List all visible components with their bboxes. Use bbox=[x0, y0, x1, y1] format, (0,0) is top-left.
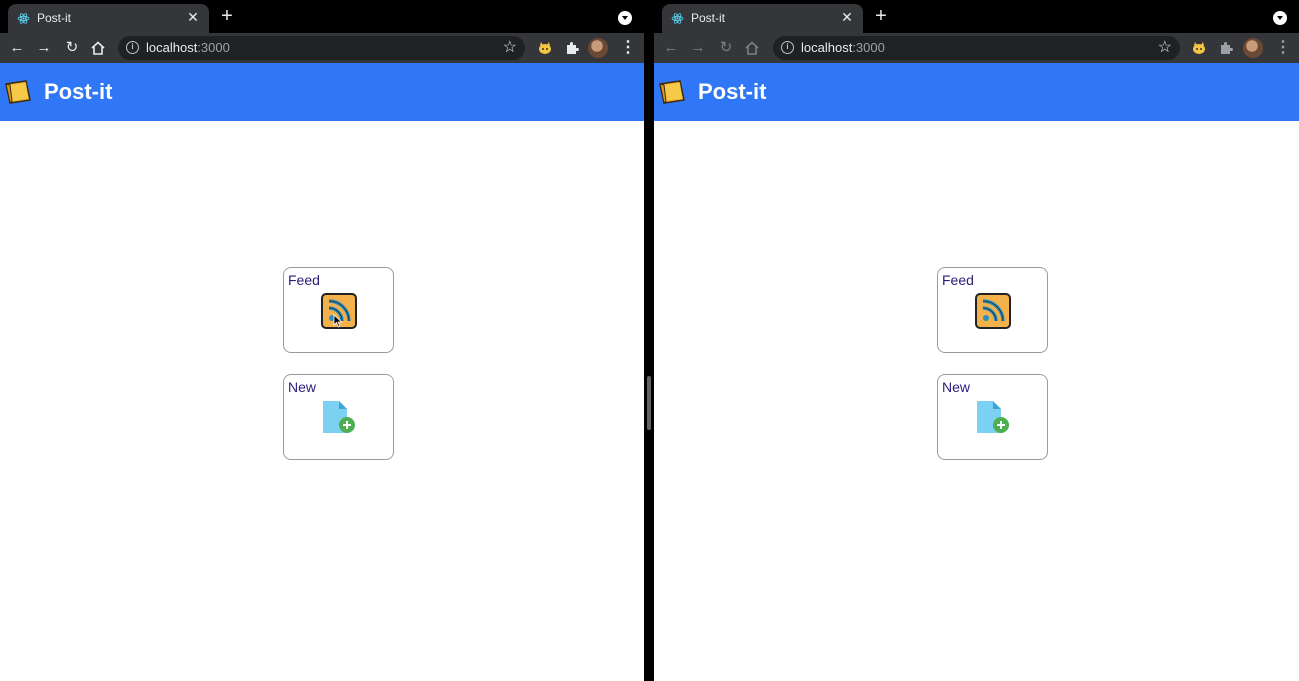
tab-title: Post-it bbox=[691, 11, 726, 25]
browser-window-left: Post-it ✕ + ← → ↻ i localhost:3000 ☆ ⋮ P… bbox=[0, 0, 644, 681]
tab-post-it[interactable]: Post-it ✕ bbox=[662, 4, 863, 33]
home-icon[interactable] bbox=[90, 40, 106, 56]
app-header: Post-it bbox=[654, 63, 1299, 121]
url-text: localhost:3000 bbox=[801, 40, 885, 55]
extensions-puzzle-icon[interactable] bbox=[564, 40, 580, 56]
tab-search-icon[interactable] bbox=[1273, 11, 1287, 25]
address-bar[interactable]: i localhost:3000 ☆ bbox=[773, 36, 1180, 60]
bookmark-star-icon[interactable]: ☆ bbox=[1158, 38, 1172, 58]
url-text: localhost:3000 bbox=[146, 40, 230, 55]
tab-search-icon[interactable] bbox=[618, 11, 632, 25]
divider-drag-handle[interactable] bbox=[647, 376, 651, 430]
new-card[interactable]: New bbox=[937, 374, 1048, 460]
extension-cat-icon[interactable] bbox=[537, 40, 553, 56]
info-icon[interactable]: i bbox=[781, 41, 794, 54]
new-document-icon bbox=[323, 401, 355, 433]
feed-card[interactable]: Feed bbox=[937, 267, 1048, 353]
new-document-icon bbox=[977, 401, 1009, 433]
extensions-puzzle-icon[interactable] bbox=[1218, 40, 1234, 56]
react-icon bbox=[17, 13, 30, 24]
back-icon[interactable]: ← bbox=[662, 39, 680, 57]
rss-feed-icon bbox=[975, 293, 1011, 329]
reload-icon[interactable]: ↻ bbox=[63, 39, 81, 57]
info-icon[interactable]: i bbox=[126, 41, 139, 54]
forward-icon[interactable]: → bbox=[689, 39, 707, 57]
tab-title: Post-it bbox=[37, 11, 72, 25]
new-card-label: New bbox=[942, 379, 971, 395]
new-tab-icon[interactable]: + bbox=[218, 6, 236, 26]
mouse-cursor-icon bbox=[333, 314, 343, 328]
browser-window-right: Post-it ✕ + ← → ↻ i localhost:3000 ☆ ⋮ P… bbox=[654, 0, 1299, 681]
profile-avatar[interactable] bbox=[1243, 38, 1263, 58]
tab-post-it[interactable]: Post-it ✕ bbox=[8, 4, 209, 33]
window-divider bbox=[644, 0, 654, 681]
feed-card-label: Feed bbox=[942, 272, 974, 288]
sticky-note-icon bbox=[659, 80, 685, 105]
feed-card[interactable]: Feed bbox=[283, 267, 394, 353]
react-icon bbox=[671, 13, 684, 24]
profile-avatar[interactable] bbox=[588, 38, 608, 58]
close-tab-icon[interactable]: ✕ bbox=[839, 9, 855, 25]
extension-cat-icon[interactable] bbox=[1191, 40, 1207, 56]
browser-toolbar: ← → ↻ i localhost:3000 ☆ ⋮ bbox=[0, 33, 644, 63]
app-title: Post-it bbox=[698, 79, 767, 104]
new-card[interactable]: New bbox=[283, 374, 394, 460]
bookmark-star-icon[interactable]: ☆ bbox=[503, 38, 517, 58]
browser-toolbar: ← → ↻ i localhost:3000 ☆ ⋮ bbox=[654, 33, 1299, 63]
address-bar[interactable]: i localhost:3000 ☆ bbox=[118, 36, 525, 60]
menu-kebab-icon[interactable]: ⋮ bbox=[1275, 39, 1291, 57]
new-tab-icon[interactable]: + bbox=[872, 6, 890, 26]
back-icon[interactable]: ← bbox=[8, 39, 26, 57]
tab-strip: Post-it ✕ + bbox=[654, 0, 1299, 33]
new-card-label: New bbox=[288, 379, 317, 395]
app-title: Post-it bbox=[44, 79, 113, 104]
home-icon[interactable] bbox=[744, 40, 760, 56]
menu-kebab-icon[interactable]: ⋮ bbox=[620, 39, 636, 57]
close-tab-icon[interactable]: ✕ bbox=[185, 9, 201, 25]
sticky-note-icon bbox=[5, 80, 31, 105]
feed-card-label: Feed bbox=[288, 272, 320, 288]
forward-icon[interactable]: → bbox=[35, 39, 53, 57]
reload-icon[interactable]: ↻ bbox=[717, 39, 735, 57]
tab-strip: Post-it ✕ + bbox=[0, 0, 644, 33]
app-header: Post-it bbox=[0, 63, 644, 121]
